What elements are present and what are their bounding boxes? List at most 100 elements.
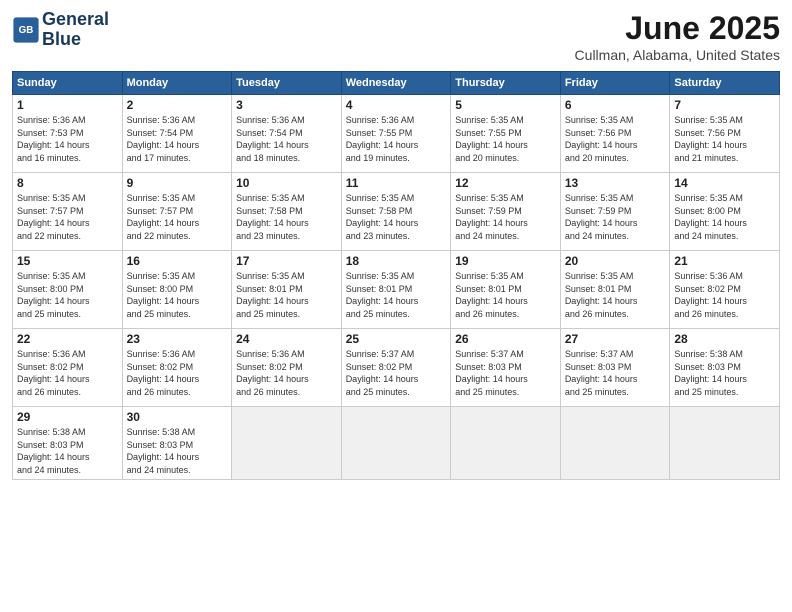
col-tuesday: Tuesday [232, 72, 342, 95]
table-row: 12 Sunrise: 5:35 AMSunset: 7:59 PMDayligh… [451, 173, 561, 251]
location: Cullman, Alabama, United States [575, 47, 780, 63]
day-info: Sunrise: 5:37 AMSunset: 8:02 PMDaylight:… [346, 348, 447, 398]
logo: GB General Blue [12, 10, 109, 50]
day-info: Sunrise: 5:35 AMSunset: 7:59 PMDaylight:… [455, 192, 556, 242]
calendar-table: Sunday Monday Tuesday Wednesday Thursday… [12, 71, 780, 480]
day-info: Sunrise: 5:36 AMSunset: 8:02 PMDaylight:… [17, 348, 118, 398]
table-row: 28Sunrise: 5:38 AMSunset: 8:03 PMDayligh… [670, 329, 780, 407]
logo-line1: General [42, 9, 109, 29]
day-info: Sunrise: 5:35 AMSunset: 7:58 PMDaylight:… [236, 192, 337, 242]
day-number: 10 [236, 176, 337, 190]
day-number: 14 [674, 176, 775, 190]
day-number: 18 [346, 254, 447, 268]
day-number: 4 [346, 98, 447, 112]
day-info: Sunrise: 5:38 AMSunset: 8:03 PMDaylight:… [17, 426, 118, 476]
table-row: 6 Sunrise: 5:35 AMSunset: 7:56 PMDaylight… [560, 95, 670, 173]
day-info: Sunrise: 5:36 AMSunset: 7:53 PMDaylight:… [17, 114, 118, 164]
col-saturday: Saturday [670, 72, 780, 95]
day-number: 6 [565, 98, 666, 112]
day-info: Sunrise: 5:35 AMSunset: 7:57 PMDaylight:… [17, 192, 118, 242]
page-header: GB General Blue June 2025 Cullman, Alaba… [12, 10, 780, 63]
table-row: 16 Sunrise: 5:35 AMSunset: 8:00 PMDayligh… [122, 251, 232, 329]
day-info: Sunrise: 5:38 AMSunset: 8:03 PMDaylight:… [674, 348, 775, 398]
day-number: 21 [674, 254, 775, 268]
table-row: 14 Sunrise: 5:35 AMSunset: 8:00 PMDayligh… [670, 173, 780, 251]
day-info: Sunrise: 5:36 AMSunset: 8:02 PMDaylight:… [127, 348, 228, 398]
table-row: 3 Sunrise: 5:36 AMSunset: 7:54 PMDaylight… [232, 95, 342, 173]
table-row: 17 Sunrise: 5:35 AMSunset: 8:01 PMDayligh… [232, 251, 342, 329]
table-row [341, 407, 451, 480]
day-info: Sunrise: 5:36 AMSunset: 7:54 PMDaylight:… [236, 114, 337, 164]
weekday-header-row: Sunday Monday Tuesday Wednesday Thursday… [13, 72, 780, 95]
day-number: 22 [17, 332, 118, 346]
day-info: Sunrise: 5:36 AMSunset: 7:54 PMDaylight:… [127, 114, 228, 164]
table-row [670, 407, 780, 480]
day-number: 24 [236, 332, 337, 346]
table-row: 19 Sunrise: 5:35 AMSunset: 8:01 PMDayligh… [451, 251, 561, 329]
col-thursday: Thursday [451, 72, 561, 95]
day-info: Sunrise: 5:36 AMSunset: 7:55 PMDaylight:… [346, 114, 447, 164]
table-row: 18Sunrise: 5:35 AMSunset: 8:01 PMDayligh… [341, 251, 451, 329]
day-info: Sunrise: 5:35 AMSunset: 7:57 PMDaylight:… [127, 192, 228, 242]
day-info: Sunrise: 5:35 AMSunset: 7:56 PMDaylight:… [674, 114, 775, 164]
table-row: 4 Sunrise: 5:36 AMSunset: 7:55 PMDaylight… [341, 95, 451, 173]
calendar-header: Sunday Monday Tuesday Wednesday Thursday… [13, 72, 780, 95]
title-block: June 2025 Cullman, Alabama, United State… [575, 10, 780, 63]
day-info: Sunrise: 5:37 AMSunset: 8:03 PMDaylight:… [455, 348, 556, 398]
table-row: 1 Sunrise: 5:36 AMSunset: 7:53 PMDaylight… [13, 95, 123, 173]
logo-line2: Blue [42, 29, 81, 49]
calendar-body: 1 Sunrise: 5:36 AMSunset: 7:53 PMDaylight… [13, 95, 780, 480]
table-row: 23Sunrise: 5:36 AMSunset: 8:02 PMDayligh… [122, 329, 232, 407]
day-info: Sunrise: 5:35 AMSunset: 8:00 PMDaylight:… [674, 192, 775, 242]
day-number: 19 [455, 254, 556, 268]
day-number: 13 [565, 176, 666, 190]
day-number: 29 [17, 410, 118, 424]
day-number: 16 [127, 254, 228, 268]
table-row: 27 Sunrise: 5:37 AMSunset: 8:03 PMDayligh… [560, 329, 670, 407]
table-row: 22 Sunrise: 5:36 AMSunset: 8:02 PMDayligh… [13, 329, 123, 407]
day-info: Sunrise: 5:36 AMSunset: 8:02 PMDaylight:… [674, 270, 775, 320]
day-info: Sunrise: 5:35 AMSunset: 7:58 PMDaylight:… [346, 192, 447, 242]
col-wednesday: Wednesday [341, 72, 451, 95]
day-info: Sunrise: 5:37 AMSunset: 8:03 PMDaylight:… [565, 348, 666, 398]
day-info: Sunrise: 5:35 AMSunset: 8:00 PMDaylight:… [127, 270, 228, 320]
table-row: 10 Sunrise: 5:35 AMSunset: 7:58 PMDayligh… [232, 173, 342, 251]
day-info: Sunrise: 5:35 AMSunset: 8:01 PMDaylight:… [565, 270, 666, 320]
col-monday: Monday [122, 72, 232, 95]
month-title: June 2025 [575, 10, 780, 47]
day-number: 2 [127, 98, 228, 112]
calendar-row: 8 Sunrise: 5:35 AMSunset: 7:57 PMDaylight… [13, 173, 780, 251]
day-number: 20 [565, 254, 666, 268]
day-number: 1 [17, 98, 118, 112]
day-number: 17 [236, 254, 337, 268]
table-row: 26 Sunrise: 5:37 AMSunset: 8:03 PMDayligh… [451, 329, 561, 407]
day-info: Sunrise: 5:38 AMSunset: 8:03 PMDaylight:… [127, 426, 228, 476]
day-number: 3 [236, 98, 337, 112]
day-info: Sunrise: 5:35 AMSunset: 7:55 PMDaylight:… [455, 114, 556, 164]
day-number: 26 [455, 332, 556, 346]
day-info: Sunrise: 5:35 AMSunset: 8:00 PMDaylight:… [17, 270, 118, 320]
table-row [560, 407, 670, 480]
page-container: GB General Blue June 2025 Cullman, Alaba… [0, 0, 792, 488]
day-number: 7 [674, 98, 775, 112]
col-sunday: Sunday [13, 72, 123, 95]
table-row: 30Sunrise: 5:38 AMSunset: 8:03 PMDayligh… [122, 407, 232, 480]
table-row: 7 Sunrise: 5:35 AMSunset: 7:56 PMDaylight… [670, 95, 780, 173]
day-info: Sunrise: 5:35 AMSunset: 8:01 PMDaylight:… [455, 270, 556, 320]
day-number: 12 [455, 176, 556, 190]
table-row: 13Sunrise: 5:35 AMSunset: 7:59 PMDayligh… [560, 173, 670, 251]
calendar-row: 1 Sunrise: 5:36 AMSunset: 7:53 PMDaylight… [13, 95, 780, 173]
day-number: 8 [17, 176, 118, 190]
day-info: Sunrise: 5:35 AMSunset: 8:01 PMDaylight:… [236, 270, 337, 320]
calendar-row: 22 Sunrise: 5:36 AMSunset: 8:02 PMDayligh… [13, 329, 780, 407]
day-info: Sunrise: 5:36 AMSunset: 8:02 PMDaylight:… [236, 348, 337, 398]
day-number: 27 [565, 332, 666, 346]
table-row: 20 Sunrise: 5:35 AMSunset: 8:01 PMDayligh… [560, 251, 670, 329]
table-row: 9 Sunrise: 5:35 AMSunset: 7:57 PMDaylight… [122, 173, 232, 251]
day-info: Sunrise: 5:35 AMSunset: 7:56 PMDaylight:… [565, 114, 666, 164]
day-number: 11 [346, 176, 447, 190]
table-row: 2 Sunrise: 5:36 AMSunset: 7:54 PMDaylight… [122, 95, 232, 173]
table-row: 11 Sunrise: 5:35 AMSunset: 7:58 PMDayligh… [341, 173, 451, 251]
day-number: 9 [127, 176, 228, 190]
table-row: 29 Sunrise: 5:38 AMSunset: 8:03 PMDayligh… [13, 407, 123, 480]
